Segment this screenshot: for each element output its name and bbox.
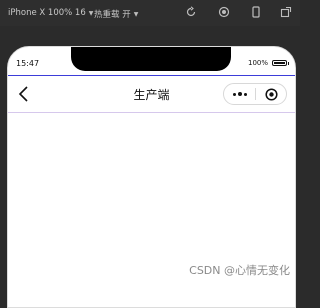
more-dots-icon[interactable] bbox=[224, 84, 255, 104]
capsule-close-button[interactable] bbox=[256, 84, 286, 104]
dot bbox=[237, 92, 242, 96]
record-icon[interactable] bbox=[218, 6, 230, 18]
devtools-toolbar: iPhone X 100% 16 ▼ 热重载 开 ▼ bbox=[0, 0, 300, 26]
navigation-bar: 生产端 bbox=[8, 76, 295, 112]
phone-notch bbox=[71, 47, 231, 71]
battery-percent: 100% bbox=[247, 59, 268, 67]
dot bbox=[243, 92, 247, 96]
status-battery-group: 100% bbox=[247, 59, 289, 67]
dot bbox=[232, 92, 236, 96]
device-selector[interactable]: iPhone X 100% 16 ▼ bbox=[8, 8, 93, 18]
chevron-down-icon: ▼ bbox=[133, 10, 139, 18]
hot-reload-toggle[interactable]: 热重载 开 ▼ bbox=[94, 8, 138, 20]
popout-icon[interactable] bbox=[280, 6, 292, 18]
status-time: 15:47 bbox=[16, 59, 40, 68]
phone-icon[interactable] bbox=[250, 6, 262, 18]
chevron-down-icon: ▼ bbox=[88, 9, 94, 17]
target-circle-icon bbox=[264, 87, 278, 101]
rotate-icon[interactable] bbox=[185, 6, 197, 18]
battery-fill bbox=[274, 62, 285, 64]
capsule-menu bbox=[223, 83, 287, 105]
hot-reload-label: 热重载 开 bbox=[94, 10, 131, 20]
device-label: iPhone X 100% 16 bbox=[8, 8, 86, 18]
navbar-divider bbox=[8, 112, 295, 113]
watermark: CSDN @心情无变化 bbox=[189, 264, 290, 277]
battery-icon bbox=[272, 60, 289, 66]
